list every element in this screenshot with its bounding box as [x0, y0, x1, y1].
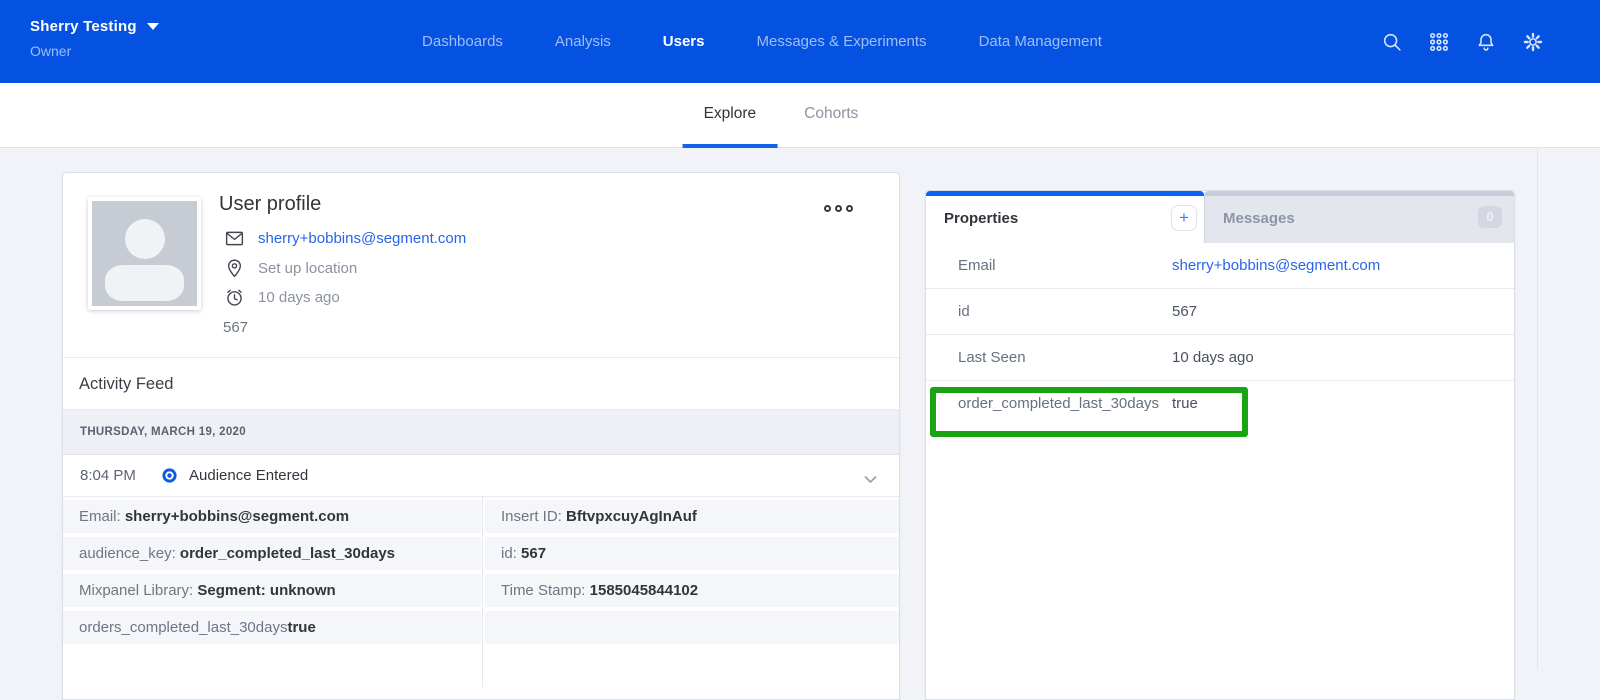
profile-title: User profile	[219, 193, 321, 216]
tab-messages[interactable]: Messages 0	[1204, 191, 1514, 243]
event-detail-grid: Email: sherry+bobbins@segment.com Insert…	[63, 497, 899, 647]
nav-item-analysis[interactable]: Analysis	[555, 33, 611, 50]
audience-entered-icon	[162, 468, 177, 483]
detail-cell-mixpanel-library: Mixpanel Library: Segment: unknown	[63, 574, 481, 607]
page-content: User profile sherry+bobbins@segment.com …	[0, 148, 1600, 670]
section-tabstrip: Explore Cohorts	[0, 83, 1600, 148]
tab-properties[interactable]: Properties +	[926, 191, 1204, 243]
detail-cell-audience-key: audience_key: order_completed_last_30day…	[63, 537, 481, 570]
panel-tabbar: Properties + Messages 0	[926, 191, 1514, 243]
avatar	[88, 197, 201, 310]
detail-cell-id: id: 567	[485, 537, 899, 570]
workspace-name: Sherry Testing	[30, 18, 137, 35]
tab-properties-label: Properties	[944, 210, 1018, 227]
event-detail-footer	[63, 647, 899, 687]
workspace-switcher[interactable]: Sherry Testing Owner	[30, 18, 159, 59]
user-profile-card: User profile sherry+bobbins@segment.com …	[62, 172, 900, 700]
tab-explore[interactable]: Explore	[704, 83, 757, 148]
notifications-bell-icon[interactable]	[1475, 31, 1497, 53]
location-pin-icon	[224, 258, 245, 279]
nav-item-users[interactable]: Users	[663, 33, 705, 50]
detail-cell-time-stamp: Time Stamp: 1585045844102	[485, 574, 899, 607]
envelope-icon	[224, 228, 245, 249]
profile-last-seen-row: 10 days ago	[224, 287, 340, 308]
nav-icon-group	[1381, 0, 1544, 83]
property-row-email: Email sherry+bobbins@segment.com	[926, 243, 1514, 289]
settings-gear-icon[interactable]	[1522, 31, 1544, 53]
property-row-order-completed: order_completed_last_30days true	[926, 381, 1514, 437]
tab-cohorts[interactable]: Cohorts	[804, 83, 858, 148]
messages-count-badge: 0	[1478, 206, 1502, 228]
event-name: Audience Entered	[189, 467, 308, 484]
nav-item-dashboards[interactable]: Dashboards	[422, 33, 503, 50]
nav-item-messages-experiments[interactable]: Messages & Experiments	[756, 33, 926, 50]
alarm-clock-icon	[224, 287, 245, 308]
profile-email-row: sherry+bobbins@segment.com	[224, 228, 466, 249]
workspace-role: Owner	[30, 43, 159, 59]
chevron-down-icon[interactable]	[864, 471, 877, 489]
search-icon[interactable]	[1381, 31, 1403, 53]
detail-cell-email: Email: sherry+bobbins@segment.com	[63, 500, 481, 533]
more-options-icon[interactable]	[820, 201, 857, 216]
activity-event-row[interactable]: 8:04 PM Audience Entered	[63, 455, 899, 497]
activity-date-header: THURSDAY, MARCH 19, 2020	[63, 410, 899, 455]
profile-email-link[interactable]: sherry+bobbins@segment.com	[258, 230, 466, 247]
profile-last-seen: 10 days ago	[258, 289, 340, 306]
property-row-id: id 567	[926, 289, 1514, 335]
profile-location-row: Set up location	[224, 258, 357, 279]
property-email-link[interactable]: sherry+bobbins@segment.com	[1172, 257, 1380, 274]
profile-header: User profile sherry+bobbins@segment.com …	[63, 173, 899, 358]
property-row-last-seen: Last Seen 10 days ago	[926, 335, 1514, 381]
properties-panel-card: Properties + Messages 0 Email sherry+bob…	[925, 190, 1515, 700]
top-navbar: Sherry Testing Owner Dashboards Analysis…	[0, 0, 1600, 83]
profile-distinct-id: 567	[223, 319, 248, 336]
apps-grid-icon[interactable]	[1428, 31, 1450, 53]
add-property-button[interactable]: +	[1171, 205, 1197, 231]
detail-cell-empty	[485, 611, 899, 644]
detail-cell-insert-id: Insert ID: BftvpxcuyAgInAuf	[485, 500, 899, 533]
detail-cell-orders-completed: orders_completed_last_30daystrue	[63, 611, 481, 644]
person-icon	[92, 201, 197, 306]
activity-feed-title: Activity Feed	[63, 358, 899, 410]
main-nav: Dashboards Analysis Users Messages & Exp…	[422, 0, 1102, 83]
event-time: 8:04 PM	[80, 467, 144, 484]
caret-down-icon	[147, 23, 159, 30]
content-right-divider	[1537, 148, 1538, 670]
set-up-location-link[interactable]: Set up location	[258, 260, 357, 277]
tab-messages-label: Messages	[1223, 210, 1295, 227]
nav-item-data-management[interactable]: Data Management	[979, 33, 1102, 50]
